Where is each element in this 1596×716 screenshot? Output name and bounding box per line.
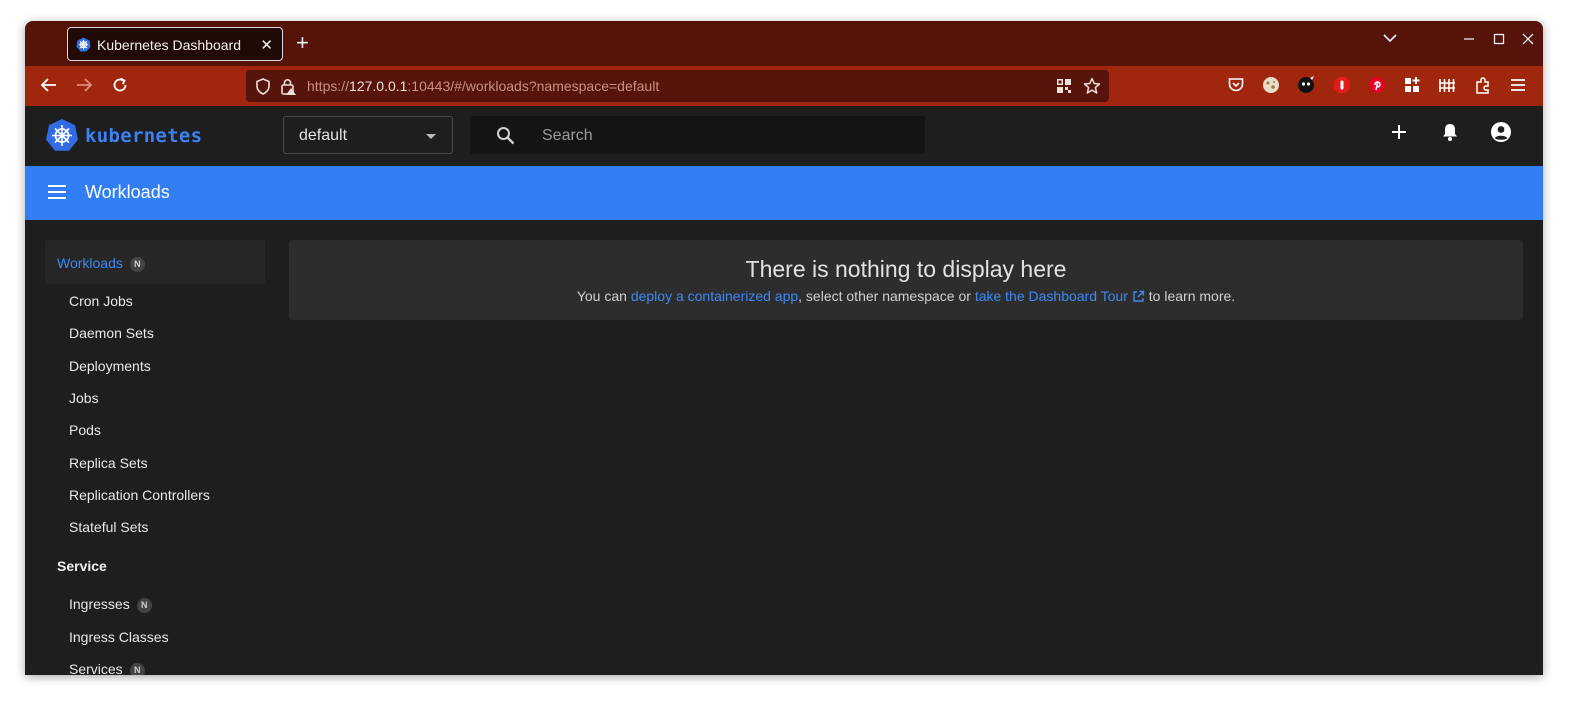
reload-icon[interactable]: [111, 76, 129, 94]
namespace-selector[interactable]: default: [283, 116, 453, 154]
create-plus-icon[interactable]: [1391, 124, 1407, 140]
sidebar-item-services[interactable]: Services N: [69, 661, 145, 675]
extension-cookie-icon[interactable]: [1262, 76, 1280, 94]
empty-state-heading: There is nothing to display here: [745, 256, 1067, 282]
empty-state-card: There is nothing to display here You can…: [289, 240, 1523, 320]
url-path: :10443/#/workloads?namespace=default: [407, 78, 660, 94]
forward-arrow-icon[interactable]: [75, 76, 93, 94]
sidebar-item-label: Ingresses: [69, 596, 130, 612]
extensions-puzzle-icon[interactable]: [1474, 76, 1492, 94]
sidebar-section-label: Workloads: [57, 255, 123, 271]
maximize-icon[interactable]: [1493, 33, 1505, 45]
empty-state-text: You can: [576, 288, 631, 304]
sidebar-item-daemon-sets[interactable]: Daemon Sets: [69, 325, 154, 341]
namespaced-badge: N: [129, 257, 145, 272]
sidebar-item-replica-sets[interactable]: Replica Sets: [69, 455, 148, 471]
extension-pinterest-icon[interactable]: [1368, 76, 1386, 94]
page-toolbar: Workloads: [25, 166, 1543, 220]
notifications-bell-icon[interactable]: [1441, 122, 1459, 142]
minimize-icon[interactable]: [1463, 33, 1475, 45]
dropdown-caret-icon: [426, 134, 436, 139]
tab-close-icon[interactable]: ✕: [260, 36, 273, 54]
search-icon: [497, 127, 515, 145]
sidebar-nav: Workloads N Cron Jobs Daemon Sets Deploym…: [25, 220, 280, 675]
sidebar-item-ingress-classes[interactable]: Ingress Classes: [69, 629, 169, 645]
empty-state-text: to learn more.: [1144, 288, 1236, 304]
sidebar-section-workloads[interactable]: Workloads N: [57, 255, 145, 272]
extension-apps-icon[interactable]: [1403, 76, 1421, 94]
qr-code-icon[interactable]: [1056, 78, 1072, 94]
tracking-shield-icon[interactable]: [255, 78, 271, 95]
empty-state-message: You can deploy a containerized app, sele…: [289, 288, 1523, 304]
sidebar-item-ingresses[interactable]: Ingresses N: [69, 596, 152, 613]
empty-state-text: , select other namespace or: [798, 288, 975, 304]
sidebar-item-pods[interactable]: Pods: [69, 422, 101, 438]
back-arrow-icon[interactable]: [40, 76, 58, 94]
address-bar[interactable]: https://127.0.0.1:10443/#/workloads?name…: [246, 70, 1109, 102]
sidebar-section-service[interactable]: Service: [57, 558, 107, 574]
extension-dark-reader-icon[interactable]: [1297, 76, 1315, 94]
sidebar-item-jobs[interactable]: Jobs: [69, 390, 99, 406]
browser-window: Kubernetes Dashboard ✕ + https://127.0.0…: [25, 21, 1543, 675]
search-input[interactable]: [540, 125, 914, 147]
dashboard-tour-link[interactable]: take the Dashboard Tour: [975, 288, 1128, 304]
deploy-app-link[interactable]: deploy a containerized app: [631, 288, 798, 304]
account-avatar-icon[interactable]: [1490, 121, 1512, 143]
brand-name[interactable]: kubernetes: [85, 125, 202, 147]
sidebar-item-label: Services: [69, 661, 123, 675]
tab-title: Kubernetes Dashboard: [97, 37, 241, 53]
pocket-icon[interactable]: [1227, 76, 1245, 94]
namespaced-badge: N: [136, 598, 152, 613]
url-scheme: https://: [307, 78, 350, 94]
url-host: 127.0.0.1: [349, 78, 408, 94]
search-box[interactable]: [470, 116, 925, 154]
namespaced-badge: N: [129, 663, 145, 675]
kubernetes-logo-icon[interactable]: [45, 118, 79, 152]
namespace-value: default: [299, 127, 348, 144]
insecure-lock-icon[interactable]: [280, 78, 296, 95]
url-text: https://127.0.0.1:10443/#/workloads?name…: [307, 78, 659, 94]
tab-kubernetes-dashboard[interactable]: Kubernetes Dashboard ✕: [67, 27, 283, 61]
sidebar-item-cron-jobs[interactable]: Cron Jobs: [69, 293, 133, 309]
external-link-icon[interactable]: [1132, 290, 1145, 303]
sidebar-item-stateful-sets[interactable]: Stateful Sets: [69, 519, 148, 535]
close-window-icon[interactable]: [1522, 33, 1534, 45]
sidebar-item-label: Ingress Classes: [69, 629, 169, 645]
tab-list-chevron-icon[interactable]: [1383, 33, 1397, 43]
extension-fence-icon[interactable]: [1438, 76, 1456, 94]
kubernetes-favicon-icon: [76, 37, 91, 52]
nav-menu-icon[interactable]: [47, 184, 67, 200]
app-header: kubernetes default: [25, 106, 1543, 166]
new-tab-button[interactable]: +: [296, 32, 309, 54]
extension-stop-icon[interactable]: [1333, 76, 1351, 94]
bookmark-star-icon[interactable]: [1083, 77, 1101, 95]
sidebar-item-replication-controllers[interactable]: Replication Controllers: [69, 487, 210, 503]
navigation-toolbar: https://127.0.0.1:10443/#/workloads?name…: [25, 66, 1543, 106]
page-title: Workloads: [85, 182, 170, 202]
sidebar-item-deployments[interactable]: Deployments: [69, 358, 151, 374]
tab-strip: Kubernetes Dashboard ✕ +: [25, 21, 1543, 66]
app-menu-hamburger-icon[interactable]: [1510, 76, 1526, 94]
